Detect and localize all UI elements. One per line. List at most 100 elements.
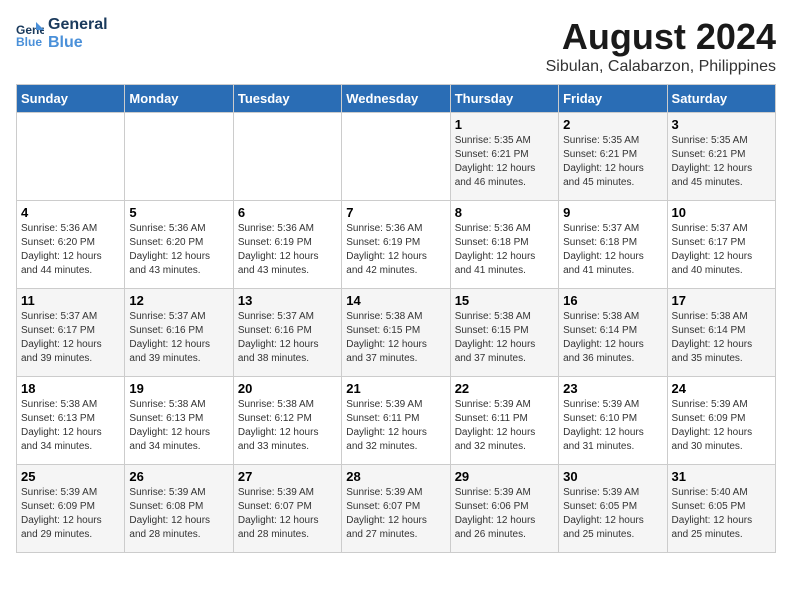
day-number: 8	[455, 205, 554, 220]
day-number: 1	[455, 117, 554, 132]
day-info: Sunrise: 5:39 AM Sunset: 6:11 PM Dayligh…	[346, 398, 445, 454]
day-number: 23	[563, 381, 662, 396]
calendar-cell: 20Sunrise: 5:38 AM Sunset: 6:12 PM Dayli…	[233, 377, 341, 465]
day-number: 27	[238, 469, 337, 484]
svg-text:Blue: Blue	[16, 35, 42, 48]
day-number: 19	[129, 381, 228, 396]
calendar-cell: 16Sunrise: 5:38 AM Sunset: 6:14 PM Dayli…	[559, 289, 667, 377]
day-info: Sunrise: 5:40 AM Sunset: 6:05 PM Dayligh…	[672, 486, 771, 542]
calendar-cell: 6 Sunrise: 5:36 AM Sunset: 6:19 PM Daylig…	[233, 201, 341, 289]
day-number: 12	[129, 293, 228, 308]
day-number: 7	[346, 205, 445, 220]
calendar-cell: 31 Sunrise: 5:40 AM Sunset: 6:05 PM Dayli…	[667, 465, 775, 553]
day-info: Sunrise: 5:39 AM Sunset: 6:06 PM Dayligh…	[455, 486, 554, 542]
day-number: 15	[455, 293, 554, 308]
calendar-cell: 28 Sunrise: 5:39 AM Sunset: 6:07 PM Dayli…	[342, 465, 450, 553]
day-number: 16	[563, 293, 662, 308]
calendar-cell: 27 Sunrise: 5:39 AM Sunset: 6:07 PM Dayli…	[233, 465, 341, 553]
calendar-cell: 26 Sunrise: 5:39 AM Sunset: 6:08 PM Dayli…	[125, 465, 233, 553]
calendar-cell: 13Sunrise: 5:37 AM Sunset: 6:16 PM Dayli…	[233, 289, 341, 377]
calendar-cell: 5Sunrise: 5:36 AM Sunset: 6:20 PM Daylig…	[125, 201, 233, 289]
calendar-cell: 22 Sunrise: 5:39 AM Sunset: 6:11 PM Dayli…	[450, 377, 558, 465]
calendar-cell: 10Sunrise: 5:37 AM Sunset: 6:17 PM Dayli…	[667, 201, 775, 289]
calendar-cell: 12Sunrise: 5:37 AM Sunset: 6:16 PM Dayli…	[125, 289, 233, 377]
header-row: SundayMondayTuesdayWednesdayThursdayFrid…	[17, 85, 776, 113]
day-number: 18	[21, 381, 120, 396]
day-number: 29	[455, 469, 554, 484]
day-info: Sunrise: 5:38 AM Sunset: 6:13 PM Dayligh…	[129, 398, 228, 454]
calendar-table: SundayMondayTuesdayWednesdayThursdayFrid…	[16, 84, 776, 553]
day-info: Sunrise: 5:35 AM Sunset: 6:21 PM Dayligh…	[563, 134, 662, 190]
day-info: Sunrise: 5:38 AM Sunset: 6:15 PM Dayligh…	[346, 310, 445, 366]
calendar-cell: 14Sunrise: 5:38 AM Sunset: 6:15 PM Dayli…	[342, 289, 450, 377]
day-info: Sunrise: 5:39 AM Sunset: 6:07 PM Dayligh…	[238, 486, 337, 542]
day-info: Sunrise: 5:39 AM Sunset: 6:09 PM Dayligh…	[672, 398, 771, 454]
calendar-cell: 19 Sunrise: 5:38 AM Sunset: 6:13 PM Dayli…	[125, 377, 233, 465]
calendar-week-5: 25 Sunrise: 5:39 AM Sunset: 6:09 PM Dayli…	[17, 465, 776, 553]
day-info: Sunrise: 5:37 AM Sunset: 6:17 PM Dayligh…	[672, 222, 771, 278]
day-number: 25	[21, 469, 120, 484]
header: General Blue General Blue August 2024 Si…	[16, 16, 776, 76]
day-info: Sunrise: 5:37 AM Sunset: 6:18 PM Dayligh…	[563, 222, 662, 278]
header-sunday: Sunday	[17, 85, 125, 113]
day-info: Sunrise: 5:39 AM Sunset: 6:05 PM Dayligh…	[563, 486, 662, 542]
calendar-cell: 4Sunrise: 5:36 AM Sunset: 6:20 PM Daylig…	[17, 201, 125, 289]
day-info: Sunrise: 5:39 AM Sunset: 6:10 PM Dayligh…	[563, 398, 662, 454]
calendar-cell: 29 Sunrise: 5:39 AM Sunset: 6:06 PM Dayli…	[450, 465, 558, 553]
header-tuesday: Tuesday	[233, 85, 341, 113]
day-info: Sunrise: 5:35 AM Sunset: 6:21 PM Dayligh…	[455, 134, 554, 190]
day-info: Sunrise: 5:37 AM Sunset: 6:17 PM Dayligh…	[21, 310, 120, 366]
calendar-cell: 17 Sunrise: 5:38 AM Sunset: 6:14 PM Dayli…	[667, 289, 775, 377]
calendar-week-3: 11Sunrise: 5:37 AM Sunset: 6:17 PM Dayli…	[17, 289, 776, 377]
calendar-week-2: 4Sunrise: 5:36 AM Sunset: 6:20 PM Daylig…	[17, 201, 776, 289]
calendar-cell: 8 Sunrise: 5:36 AM Sunset: 6:18 PM Daylig…	[450, 201, 558, 289]
day-number: 24	[672, 381, 771, 396]
logo-icon: General Blue	[16, 20, 44, 48]
calendar-cell: 3Sunrise: 5:35 AM Sunset: 6:21 PM Daylig…	[667, 113, 775, 201]
day-number: 30	[563, 469, 662, 484]
day-number: 31	[672, 469, 771, 484]
day-info: Sunrise: 5:38 AM Sunset: 6:13 PM Dayligh…	[21, 398, 120, 454]
day-info: Sunrise: 5:39 AM Sunset: 6:11 PM Dayligh…	[455, 398, 554, 454]
day-number: 3	[672, 117, 771, 132]
header-friday: Friday	[559, 85, 667, 113]
logo-line1: General	[48, 16, 108, 34]
day-number: 28	[346, 469, 445, 484]
calendar-cell	[233, 113, 341, 201]
day-info: Sunrise: 5:38 AM Sunset: 6:15 PM Dayligh…	[455, 310, 554, 366]
day-number: 22	[455, 381, 554, 396]
calendar-cell: 11Sunrise: 5:37 AM Sunset: 6:17 PM Dayli…	[17, 289, 125, 377]
header-saturday: Saturday	[667, 85, 775, 113]
day-number: 2	[563, 117, 662, 132]
calendar-cell: 25 Sunrise: 5:39 AM Sunset: 6:09 PM Dayli…	[17, 465, 125, 553]
calendar-cell: 30 Sunrise: 5:39 AM Sunset: 6:05 PM Dayli…	[559, 465, 667, 553]
day-number: 17	[672, 293, 771, 308]
header-monday: Monday	[125, 85, 233, 113]
day-info: Sunrise: 5:38 AM Sunset: 6:12 PM Dayligh…	[238, 398, 337, 454]
calendar-cell: 18 Sunrise: 5:38 AM Sunset: 6:13 PM Dayli…	[17, 377, 125, 465]
day-info: Sunrise: 5:36 AM Sunset: 6:19 PM Dayligh…	[346, 222, 445, 278]
day-info: Sunrise: 5:39 AM Sunset: 6:07 PM Dayligh…	[346, 486, 445, 542]
day-number: 13	[238, 293, 337, 308]
calendar-subtitle: Sibulan, Calabarzon, Philippines	[546, 58, 776, 76]
logo: General Blue General Blue	[16, 16, 108, 51]
header-thursday: Thursday	[450, 85, 558, 113]
logo-line2: Blue	[48, 34, 108, 52]
day-number: 6	[238, 205, 337, 220]
day-number: 26	[129, 469, 228, 484]
day-info: Sunrise: 5:38 AM Sunset: 6:14 PM Dayligh…	[672, 310, 771, 366]
calendar-week-1: 1 Sunrise: 5:35 AM Sunset: 6:21 PM Daylig…	[17, 113, 776, 201]
calendar-cell: 15 Sunrise: 5:38 AM Sunset: 6:15 PM Dayli…	[450, 289, 558, 377]
day-info: Sunrise: 5:36 AM Sunset: 6:18 PM Dayligh…	[455, 222, 554, 278]
calendar-cell: 7 Sunrise: 5:36 AM Sunset: 6:19 PM Daylig…	[342, 201, 450, 289]
calendar-cell	[342, 113, 450, 201]
calendar-title: August 2024	[546, 16, 776, 58]
day-info: Sunrise: 5:39 AM Sunset: 6:08 PM Dayligh…	[129, 486, 228, 542]
calendar-cell: 23 Sunrise: 5:39 AM Sunset: 6:10 PM Dayli…	[559, 377, 667, 465]
day-info: Sunrise: 5:36 AM Sunset: 6:19 PM Dayligh…	[238, 222, 337, 278]
calendar-cell: 9Sunrise: 5:37 AM Sunset: 6:18 PM Daylig…	[559, 201, 667, 289]
day-number: 5	[129, 205, 228, 220]
calendar-cell: 21Sunrise: 5:39 AM Sunset: 6:11 PM Dayli…	[342, 377, 450, 465]
day-info: Sunrise: 5:39 AM Sunset: 6:09 PM Dayligh…	[21, 486, 120, 542]
calendar-cell: 24 Sunrise: 5:39 AM Sunset: 6:09 PM Dayli…	[667, 377, 775, 465]
